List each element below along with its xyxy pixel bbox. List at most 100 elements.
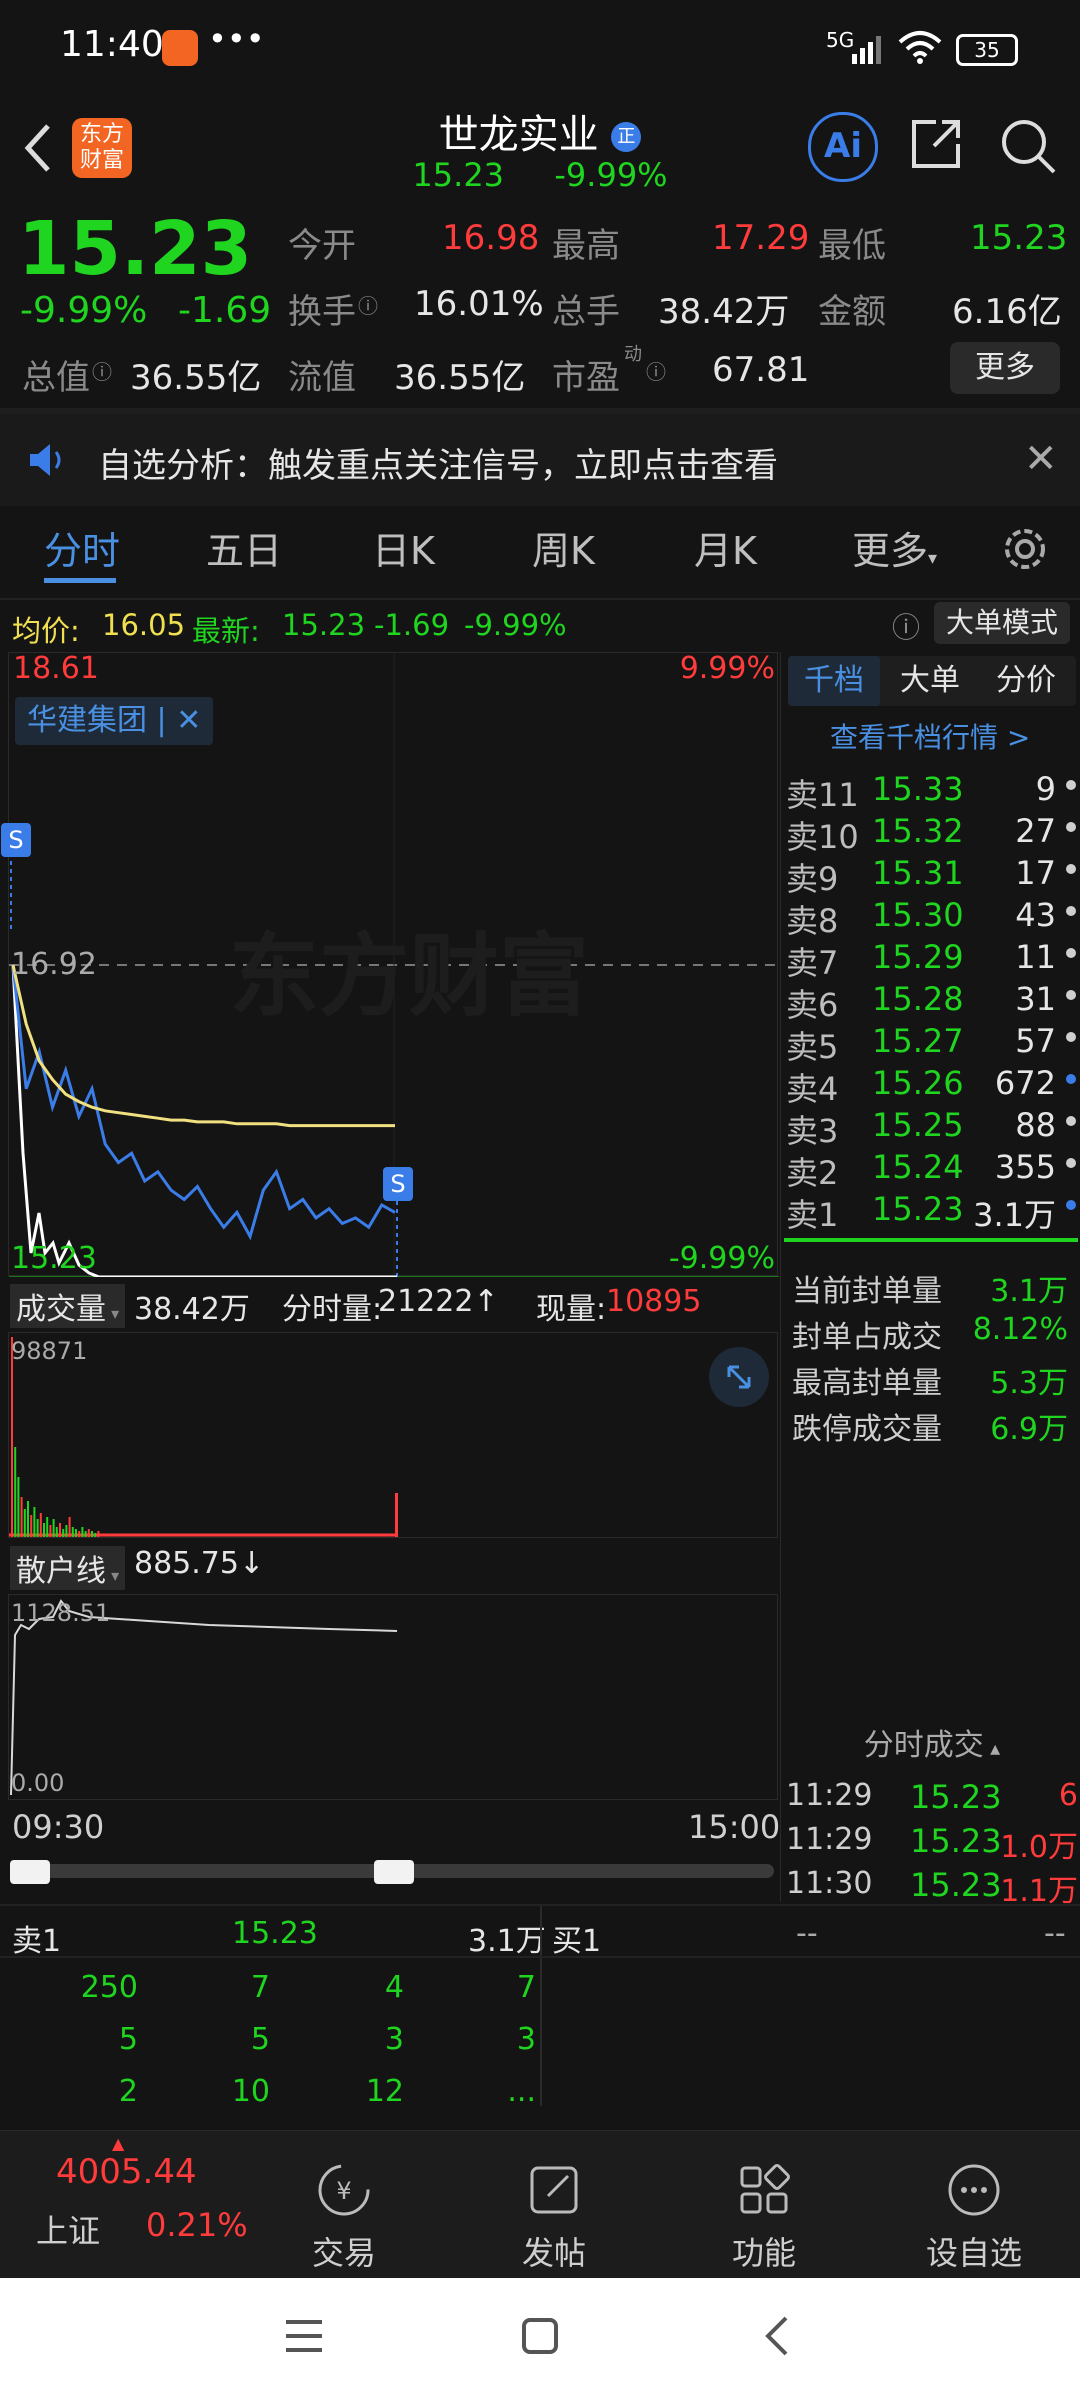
tab-weekly-k[interactable]: 周K	[532, 520, 595, 575]
app-notification-icon	[162, 30, 198, 66]
sell1-vol: 3.1万	[468, 1924, 546, 1959]
tick-row: 11:29 15.23 6	[784, 1776, 1080, 1818]
volume-bar	[23, 1509, 26, 1537]
pct-min-label: -9.99%	[668, 1241, 775, 1276]
latest-change: -1.69	[374, 608, 450, 642]
ai-icon[interactable]: Ai	[808, 112, 878, 182]
nav-functions[interactable]: 功能	[664, 2160, 864, 2274]
order-book-row[interactable]: 卖8 15.30 43	[784, 892, 1080, 940]
volume-label: 成交量	[16, 1292, 106, 1327]
min-vol-value: 21222↑	[378, 1284, 499, 1319]
volume-chart[interactable]: 98871	[8, 1332, 778, 1538]
order-book-row[interactable]: 卖3 15.25 88	[784, 1102, 1080, 1150]
volume-bar	[71, 1527, 74, 1537]
battery-icon: 35	[956, 34, 1018, 66]
s-marker[interactable]: S	[1, 823, 31, 857]
order-book-row[interactable]: 卖4 15.26 672	[784, 1060, 1080, 1108]
order-book-row[interactable]: 卖5 15.27 57	[784, 1018, 1080, 1066]
tab-daily-k[interactable]: 日K	[372, 520, 435, 575]
tick-time: 11:30	[786, 1866, 873, 1901]
share-icon[interactable]	[906, 114, 966, 178]
depth-link[interactable]: 查看千档行情 >	[830, 716, 1030, 756]
s-marker[interactable]: S	[383, 1167, 413, 1201]
close-icon[interactable]: ✕	[176, 703, 201, 738]
grid-icon	[664, 2160, 864, 2228]
current-price: 15.23	[18, 206, 253, 292]
group-tag[interactable]: 华建集团 | ✕	[15, 697, 214, 745]
volume-bar	[84, 1531, 87, 1537]
order-dot-icon	[1066, 1200, 1076, 1210]
mktcap-info-icon[interactable]: ⓘ	[92, 356, 112, 385]
order-book-row[interactable]: 卖1 15.23 3.1万	[784, 1186, 1080, 1234]
order-book-row[interactable]: 卖9 15.31 17	[784, 850, 1080, 898]
order-level-volume: 57	[1015, 1022, 1056, 1060]
quote-panel: 15.23 -9.99% -1.69 今开 16.98 最高 17.29 最低 …	[0, 206, 1080, 408]
tab-big-order[interactable]: 大单	[884, 656, 976, 706]
menu-icon[interactable]	[282, 2316, 326, 2360]
home-icon[interactable]	[520, 2316, 560, 2360]
queue-cell: 3	[384, 2022, 404, 2057]
tick-price: 15.23	[910, 1778, 1002, 1816]
signal-icon	[852, 34, 888, 68]
tab-intraday[interactable]: 分时	[44, 520, 120, 575]
volume-bar	[52, 1519, 55, 1537]
buy1-vol: --	[1044, 1916, 1066, 1951]
buy1-price: --	[796, 1916, 818, 1951]
queue-cell: 4	[384, 1970, 404, 2005]
tick-volume: 1.0万	[1000, 1830, 1078, 1865]
time-end: 15:00	[688, 1808, 781, 1846]
back-nav-icon[interactable]	[758, 2314, 798, 2362]
low-value: 15.23	[970, 218, 1068, 258]
ticks-title-row[interactable]: 分时成交 ▴	[784, 1720, 1080, 1764]
seal-stat-label: 当前封单量	[792, 1274, 942, 1309]
retail-selector[interactable]: 散户线 ▾	[10, 1546, 126, 1590]
slider-handle-right[interactable]	[374, 1860, 414, 1884]
tab-price-dist[interactable]: 分价	[980, 656, 1072, 706]
pe-label: 市盈	[552, 358, 620, 398]
tab-monthly-k[interactable]: 月K	[694, 520, 757, 575]
retail-chart[interactable]: 1128.51 0.00	[8, 1594, 778, 1800]
gear-icon[interactable]	[1000, 524, 1050, 578]
notice-bar[interactable]: 自选分析：触发重点关注信号，立即点击查看 ✕	[0, 414, 1080, 506]
low-label: 最低	[818, 226, 886, 266]
volume-header: 成交量 ▾ 38.42万 分时量: 21222↑ 现量: 10895	[0, 1278, 778, 1330]
order-level-price: 15.32	[872, 812, 964, 850]
order-book-row[interactable]: 卖10 15.32 27	[784, 808, 1080, 856]
pe-info-icon[interactable]: ⓘ	[646, 356, 666, 385]
nav-trade[interactable]: ¥ 交易	[244, 2160, 444, 2274]
order-book-row[interactable]: 卖2 15.24 355	[784, 1144, 1080, 1192]
stock-badge: 正	[611, 122, 642, 152]
close-icon[interactable]: ✕	[1024, 436, 1058, 482]
tick-time: 11:29	[786, 1822, 873, 1857]
expand-icon[interactable]	[709, 1347, 769, 1407]
tab-five-day[interactable]: 五日	[206, 520, 282, 575]
cur-vol-value: 10895	[606, 1284, 702, 1319]
big-order-mode-button[interactable]: 大单模式	[934, 602, 1070, 644]
turnover-info-icon[interactable]: ⓘ	[358, 290, 378, 319]
volume-selector[interactable]: 成交量 ▾	[10, 1284, 126, 1328]
ticks-title: 分时成交	[863, 1728, 984, 1763]
seal-stat-row: 最高封单量 5.3万	[784, 1356, 1080, 1401]
avg-label: 均价:	[12, 614, 80, 648]
order-book-row[interactable]: 卖6 15.28 31	[784, 976, 1080, 1024]
queue-cell: 5	[118, 2022, 138, 2057]
more-circle-icon	[874, 2160, 1074, 2228]
index-ticker[interactable]: ▲ 4005.44 上证 0.21%	[0, 2130, 250, 2278]
more-button[interactable]: 更多	[950, 342, 1060, 394]
stock-name: 世龙实业	[438, 112, 599, 158]
search-icon[interactable]	[998, 116, 1058, 180]
volume-bar	[62, 1529, 65, 1537]
retail-header: 散户线 ▾ 885.75↓	[0, 1540, 778, 1592]
order-book-row[interactable]: 卖7 15.29 11	[784, 934, 1080, 982]
tab-more[interactable]: 更多▾	[852, 520, 937, 575]
slider-handle-left[interactable]	[10, 1860, 50, 1884]
tab-thousand-depth[interactable]: 千档	[788, 656, 880, 706]
price-chart[interactable]: 18.61 9.99% 16.92 15.23 -9.99% 华建集团 | ✕ …	[1, 651, 779, 1277]
order-book-row[interactable]: 卖11 15.33 9	[784, 766, 1080, 814]
chevron-down-icon: ▾	[106, 1566, 120, 1585]
nav-post[interactable]: 发帖	[454, 2160, 654, 2274]
seal-stat-row: 跌停成交量 6.9万	[784, 1402, 1080, 1447]
help-icon[interactable]: ⓘ	[892, 606, 920, 646]
nav-add-watchlist[interactable]: 设自选	[874, 2160, 1074, 2274]
order-dot-icon	[1066, 1116, 1076, 1126]
